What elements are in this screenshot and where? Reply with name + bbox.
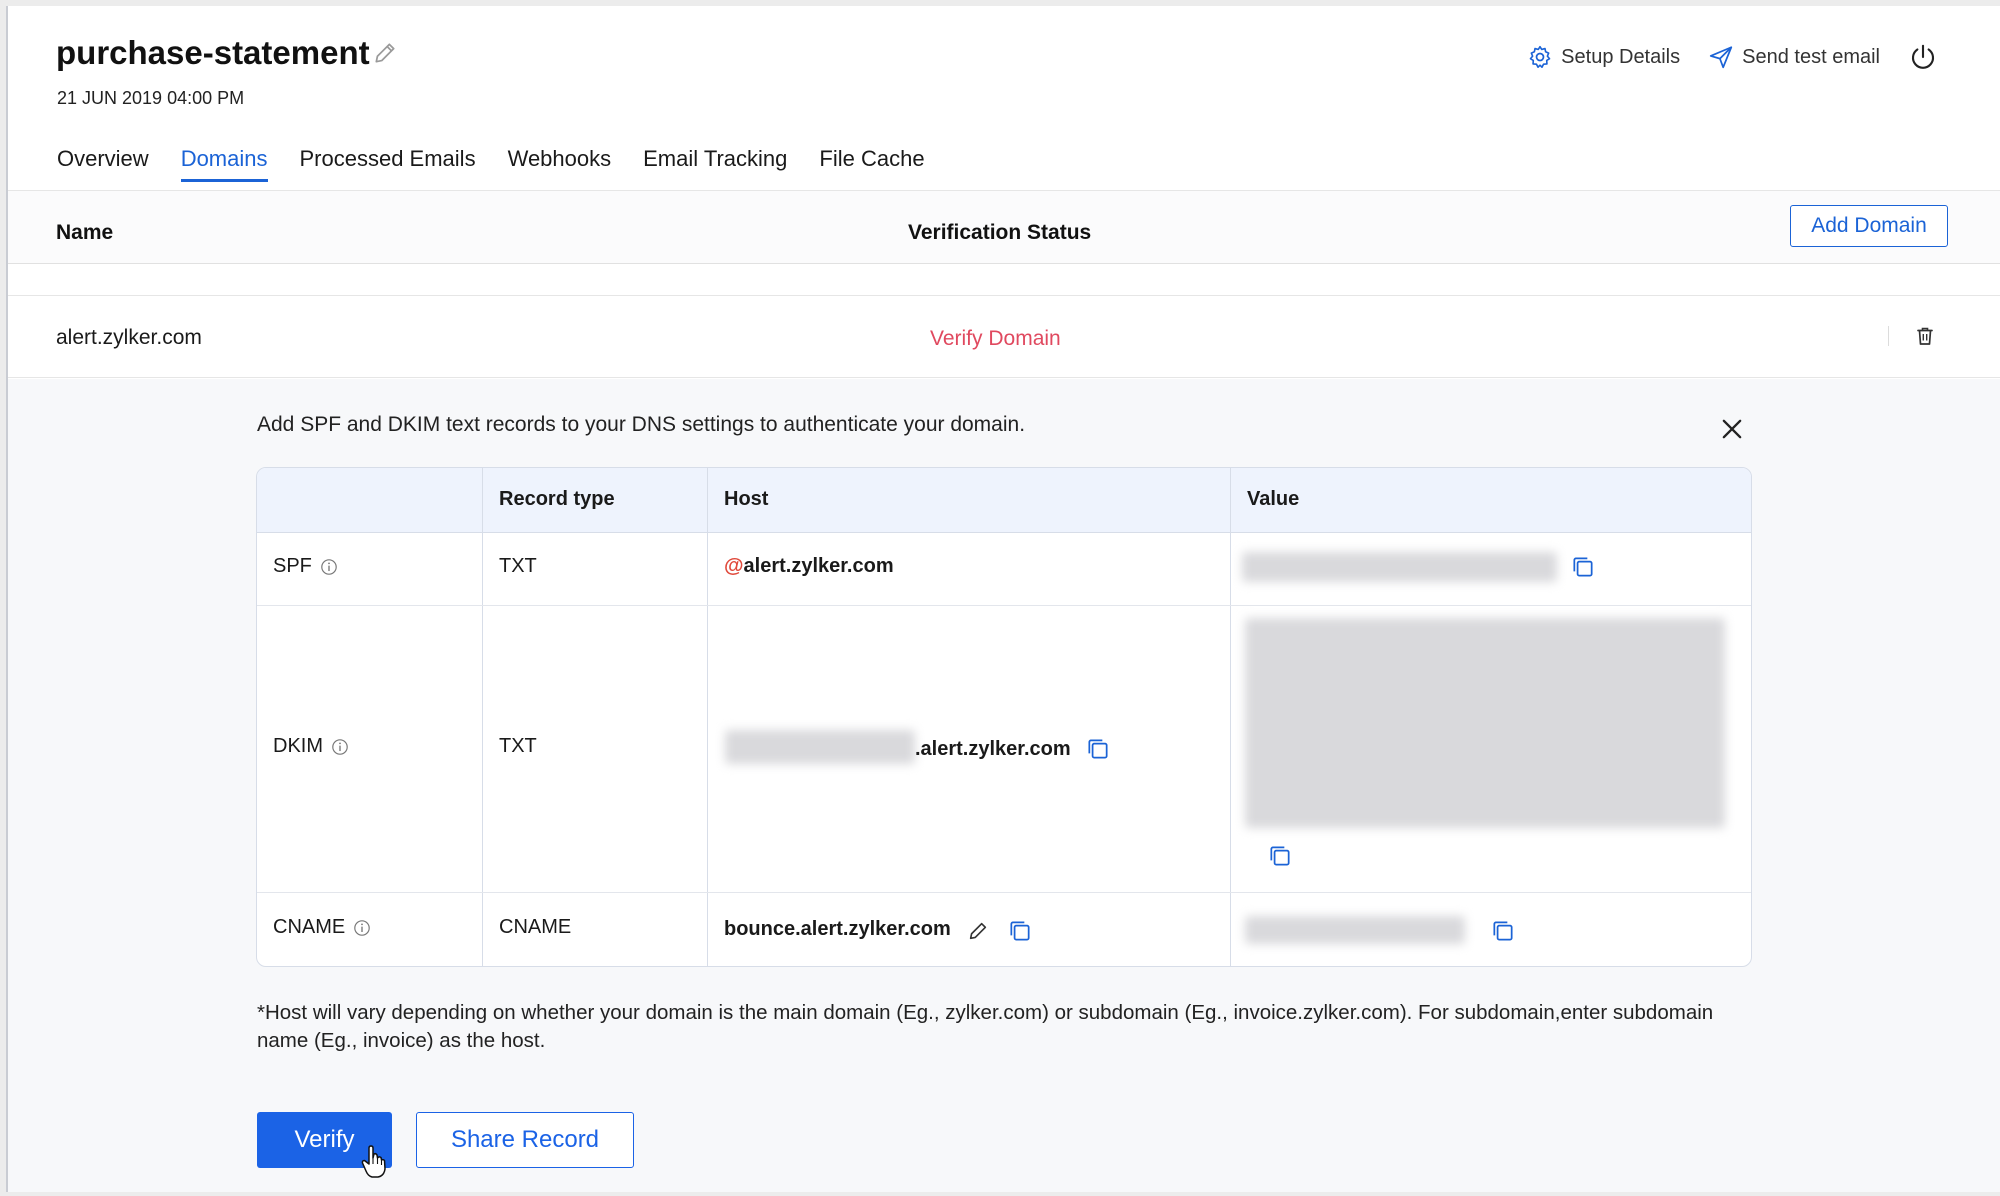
row-divider: [257, 605, 1751, 606]
tab-email-tracking[interactable]: Email Tracking: [643, 146, 787, 182]
host-value: .alert.zylker.com: [915, 738, 1071, 760]
copy-icon[interactable]: [1007, 918, 1033, 944]
info-icon[interactable]: [320, 558, 338, 576]
record-name: CNAME: [273, 916, 346, 938]
gear-icon: [1529, 45, 1551, 68]
column-header-record-type: Record type: [499, 488, 615, 510]
table-row-cname-name: CNAME: [273, 916, 371, 939]
copy-icon[interactable]: [1085, 736, 1111, 762]
domain-list-header: Name Verification Status Add Domain: [8, 190, 2000, 264]
copy-icon[interactable]: [1267, 843, 1293, 869]
record-type: CNAME: [499, 916, 572, 938]
tab-overview[interactable]: Overview: [57, 146, 149, 182]
send-test-email-button[interactable]: Send test email: [1708, 44, 1880, 70]
record-host: bounce.alert.zylker.com: [724, 918, 951, 941]
record-name: SPF: [273, 555, 312, 577]
app-window: purchase-statement 21 JUN 2019 04:00 PM …: [6, 6, 2000, 1192]
tab-domains[interactable]: Domains: [180, 146, 268, 182]
row-divider: [257, 892, 1751, 893]
domain-name: alert.zylker.com: [56, 326, 202, 349]
copy-icon[interactable]: [1570, 554, 1596, 580]
column-header-value: Value: [1247, 488, 1300, 510]
domain-row[interactable]: alert.zylker.com Verify Domain: [8, 296, 2000, 378]
tab-webhooks[interactable]: Webhooks: [508, 146, 612, 182]
pencil-icon[interactable]: [967, 920, 989, 942]
hand-cursor-icon: [361, 1145, 386, 1178]
record-host: @alert.zylker.com: [724, 555, 894, 578]
column-header-host: Host: [724, 488, 769, 510]
list-item: [8, 264, 2000, 296]
setup-details-label: Setup Details: [1561, 45, 1681, 68]
record-host: .alert.zylker.com: [915, 738, 1071, 761]
page-timestamp: 21 JUN 2019 04:00 PM: [57, 88, 245, 108]
host-at-prefix: @: [724, 555, 744, 577]
dns-records-table: Record type Host Value SPF TXT @alert.zy…: [256, 467, 1752, 967]
redacted-value: [1245, 618, 1725, 828]
copy-icon[interactable]: [1490, 918, 1516, 944]
record-type: TXT: [499, 735, 537, 757]
dns-intro-text: Add SPF and DKIM text records to your DN…: [257, 413, 1026, 436]
host-value: alert.zylker.com: [743, 555, 894, 577]
record-type: TXT: [499, 555, 537, 577]
add-domain-button[interactable]: Add Domain: [1790, 205, 1948, 247]
info-icon[interactable]: [331, 738, 349, 756]
header-actions: Setup Details Send test email: [1527, 42, 1938, 72]
info-icon[interactable]: [353, 919, 371, 937]
setup-details-button[interactable]: Setup Details: [1527, 44, 1680, 70]
tab-file-cache[interactable]: File Cache: [819, 146, 924, 182]
paper-plane-icon: [1709, 46, 1733, 69]
redacted-value: [1245, 916, 1465, 944]
table-row-dkim-name: DKIM: [273, 735, 349, 758]
redacted-value: [1242, 552, 1557, 582]
table-row-spf-name: SPF: [273, 555, 338, 578]
column-header-verification-status: Verification Status: [908, 221, 1092, 244]
record-name: DKIM: [273, 735, 323, 757]
trash-icon[interactable]: [1913, 324, 1937, 348]
dns-records-panel: Add SPF and DKIM text records to your DN…: [8, 379, 2000, 1192]
host-footnote: *Host will vary depending on whether you…: [257, 1001, 1714, 1052]
close-icon[interactable]: [1718, 415, 1746, 443]
tab-processed-emails[interactable]: Processed Emails: [300, 146, 476, 182]
tab-bar: Overview Domains Processed Emails Webhoo…: [57, 146, 925, 182]
host-value: bounce.alert.zylker.com: [724, 918, 951, 940]
redacted-host-prefix: [725, 730, 915, 764]
share-record-button[interactable]: Share Record: [416, 1112, 634, 1168]
verify-domain-link[interactable]: Verify Domain: [930, 327, 1061, 351]
power-icon[interactable]: [1908, 42, 1938, 72]
column-header-name: Name: [56, 221, 114, 244]
page-title: purchase-statement: [56, 34, 370, 71]
send-test-email-label: Send test email: [1742, 45, 1880, 68]
row-divider: [1888, 326, 1889, 346]
edit-title-icon[interactable]: [372, 40, 398, 66]
